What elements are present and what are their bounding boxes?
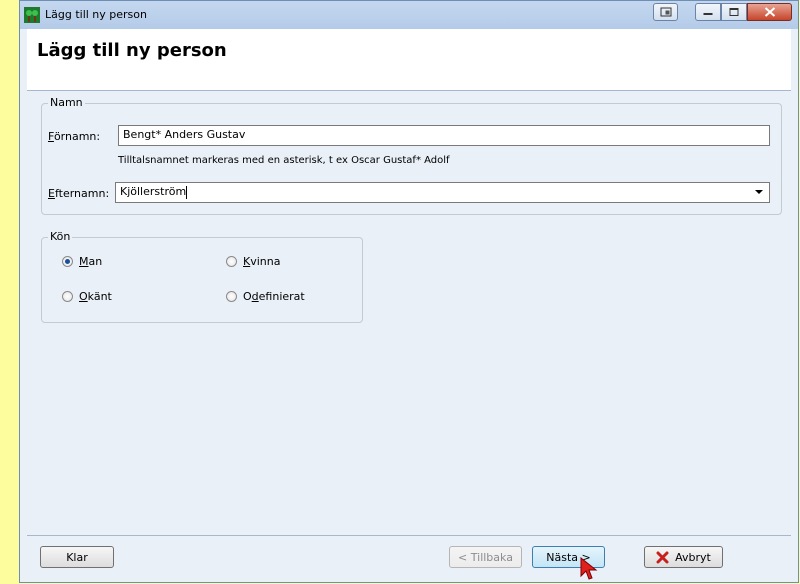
chevron-down-icon[interactable] <box>755 190 763 194</box>
back-button-label: < Tillbaka <box>458 550 513 564</box>
maximize-button[interactable] <box>721 3 747 21</box>
first-name-value: Bengt* Anders Gustav <box>123 128 246 141</box>
dialog-window: Lägg till ny person Lägg till ny person … <box>19 0 799 583</box>
text-caret <box>186 185 188 199</box>
family-tree-icon <box>24 7 40 23</box>
done-button[interactable]: Klar <box>40 546 114 568</box>
minimize-button[interactable] <box>695 3 721 21</box>
radio-man-accesskey: M <box>79 255 89 268</box>
window-title: Lägg till ny person <box>45 8 147 21</box>
back-button[interactable]: < Tillbaka <box>449 546 522 568</box>
red-x-icon <box>656 551 669 563</box>
radio-button[interactable] <box>226 256 237 267</box>
first-name-label: Förnamn: <box>48 130 100 143</box>
first-name-field[interactable]: Bengt* Anders Gustav <box>118 125 770 146</box>
title-bar[interactable]: Lägg till ny person <box>20 1 798 29</box>
radio-button[interactable] <box>62 291 73 302</box>
cancel-button[interactable]: Avbryt <box>644 546 723 568</box>
last-name-combobox[interactable]: Kjöllerström <box>115 182 770 203</box>
radio-man[interactable]: Man <box>62 255 102 268</box>
last-name-label: Efternamn: <box>48 187 109 200</box>
header-band: Lägg till ny person <box>27 29 791 91</box>
done-button-label: Klar <box>66 550 88 564</box>
radio-button[interactable] <box>226 291 237 302</box>
last-name-accesskey: E <box>48 187 55 200</box>
gender-group: Kön Man Kvinna Okänt Odefinierat <box>41 230 363 323</box>
radio-odefinierat[interactable]: Odefinierat <box>226 290 305 303</box>
radio-okant-label-rest: känt <box>87 290 112 303</box>
close-icon <box>764 7 775 17</box>
page-title: Lägg till ny person <box>37 40 227 61</box>
first-name-label-text: örnamn: <box>53 130 101 143</box>
radio-man-label: Man <box>79 255 102 268</box>
last-name-value: Kjöllerström <box>120 185 187 198</box>
radio-okant[interactable]: Okänt <box>62 290 112 303</box>
name-group: Namn Förnamn: Bengt* Anders Gustav Tillt… <box>41 96 782 215</box>
restore-icon <box>660 7 671 17</box>
close-button[interactable] <box>747 3 792 21</box>
gender-group-legend: Kön <box>48 230 73 243</box>
mouse-cursor-icon <box>580 557 598 580</box>
footer-separator <box>27 535 791 536</box>
first-name-hint: Tilltalsnamnet markeras med en asterisk,… <box>118 155 450 166</box>
maximize-icon <box>729 8 739 16</box>
minimize-icon <box>703 13 713 15</box>
cancel-button-label: Avbryt <box>675 550 711 564</box>
radio-okant-accesskey: O <box>79 290 88 303</box>
radio-kvinna-label: Kvinna <box>243 255 280 268</box>
last-name-label-text: fternamn: <box>54 187 110 200</box>
dialog-client-area: Lägg till ny person Namn Förnamn: Bengt*… <box>27 29 791 580</box>
radio-kvinna[interactable]: Kvinna <box>226 255 280 268</box>
radio-okant-label: Okänt <box>79 290 112 303</box>
radio-odefinierat-label: Odefinierat <box>243 290 305 303</box>
radio-odefinierat-accesskey: d <box>251 290 259 303</box>
name-group-legend: Namn <box>48 96 85 109</box>
radio-kvinna-label-rest: vinna <box>250 255 281 268</box>
radio-odefinierat-prefix: O <box>243 290 252 303</box>
radio-man-label-rest: an <box>88 255 103 268</box>
radio-odefinierat-label-rest: efinierat <box>258 290 305 303</box>
restore-button[interactable] <box>653 3 678 21</box>
radio-button-checked[interactable] <box>62 256 73 267</box>
